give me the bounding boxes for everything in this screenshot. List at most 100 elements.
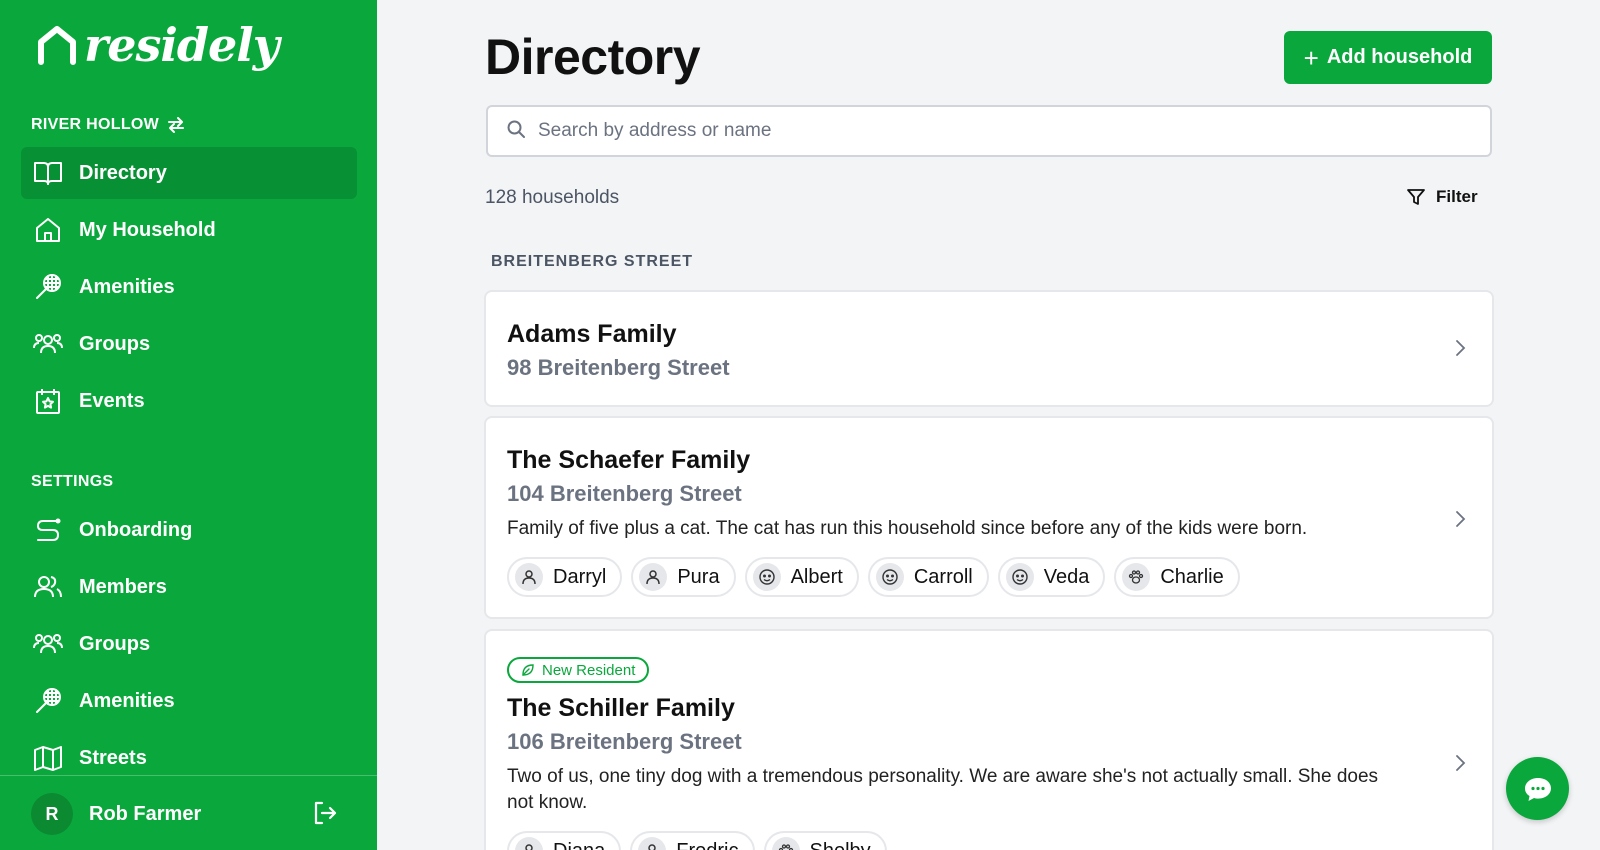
user-name[interactable]: Rob Farmer [89,803,201,826]
tennis-racket-icon [33,272,63,302]
nav-label: Onboarding [79,518,193,541]
chevron-right-icon [1454,754,1466,777]
route-icon [33,515,63,545]
filter-button[interactable]: Filter [1406,187,1478,207]
nav-label: Groups [79,332,151,355]
new-resident-badge: New Resident [507,657,650,683]
filter-label: Filter [1436,187,1478,206]
member-chip[interactable]: Pura [631,557,736,597]
nav-item-settings-amenities[interactable]: Amenities [21,675,357,727]
household-card[interactable]: The Schaefer Family 104 Breitenberg Stre… [484,416,1494,619]
child-face-icon [1005,563,1034,591]
nav-label: Directory [79,161,167,184]
household-name: The Schaefer Family [507,446,751,474]
person-icon [515,563,543,591]
member-chips: Diana Fredric Shelby [507,831,896,850]
household-description: Two of us, one tiny dog with a tremendou… [507,766,1379,813]
paw-icon [771,837,800,850]
book-open-icon [33,158,63,188]
household-address: 104 Breitenberg Street [507,481,742,506]
nav-label: Groups [79,632,151,655]
nav-item-directory[interactable]: Directory [21,147,357,199]
badge-label: New Resident [542,661,636,679]
tennis-racket-icon [33,686,63,716]
member-chip[interactable]: Carroll [867,557,989,597]
household-name: Adams Family [507,320,677,348]
filter-icon [1407,189,1425,205]
search-box[interactable] [486,105,1492,157]
avatar[interactable]: R [31,793,73,835]
member-name: Charlie [1160,565,1224,588]
search-input[interactable] [538,120,1438,142]
member-name: Shelby [810,840,871,850]
child-face-icon [752,563,781,591]
member-chips: Darryl Pura Albert Carroll Veda Charlie [507,557,1249,597]
member-chip[interactable]: Darryl [507,557,623,597]
add-household-label: Add household [1326,46,1473,68]
community-switcher[interactable]: RIVER HOLLOW [31,116,185,134]
page-title: Directory [485,29,701,85]
calendar-star-icon [33,386,63,416]
household-description: Family of five plus a cat. The cat has r… [507,518,1308,539]
map-icon [33,743,63,773]
settings-section-label: SETTINGS [31,473,114,490]
nav-item-amenities[interactable]: Amenities [21,261,357,313]
person-icon [638,837,667,850]
household-address: 98 Breitenberg Street [507,355,730,380]
member-name: Albert [790,565,843,588]
member-name: Diana [553,840,605,850]
users-icon [33,629,63,659]
household-name: The Schiller Family [507,694,735,722]
person-icon [515,837,543,850]
nav-label: My Household [79,218,216,241]
nav-label: Amenities [79,275,175,298]
add-household-button[interactable]: + Add household [1284,31,1492,84]
person-icon [639,563,668,591]
chevron-right-icon [1454,510,1466,533]
community-name: RIVER HOLLOW [31,116,160,133]
app-logo-text: residely [84,18,280,72]
member-name: Carroll [913,565,973,588]
household-card[interactable]: New Resident The Schiller Family 106 Bre… [484,629,1494,850]
house-logo-icon [38,26,76,65]
user-footer: R Rob Farmer [0,775,377,850]
chat-button[interactable] [1506,757,1569,820]
child-face-icon [875,563,904,591]
nav-item-groups[interactable]: Groups [21,318,357,370]
chat-bubble-icon [1524,777,1551,801]
sidebar: residely RIVER HOLLOW Directory My House… [0,0,377,850]
nav-label: Amenities [79,689,175,712]
member-chip[interactable]: Albert [744,557,859,597]
nav-label: Streets [79,746,147,769]
member-chip[interactable]: Diana [507,831,622,850]
leaf-icon [522,664,534,676]
member-name: Fredric [676,840,738,850]
nav-label: Members [79,575,167,598]
app-logo[interactable]: residely [36,18,280,72]
member-chip[interactable]: Shelby [763,831,887,850]
logout-icon[interactable] [312,800,338,831]
paw-icon [1122,563,1151,591]
street-section-header: BREITENBERG STREET [491,253,694,270]
member-name: Veda [1043,565,1090,588]
plus-icon: + [1303,42,1319,73]
nav-item-members[interactable]: Members [21,561,357,613]
nav-item-settings-groups[interactable]: Groups [21,618,357,670]
nav-item-events[interactable]: Events [21,375,357,427]
household-count: 128 households [485,187,620,208]
nav-item-onboarding[interactable]: Onboarding [21,504,357,556]
household-address: 106 Breitenberg Street [507,729,742,754]
nav-label: Events [79,389,145,412]
member-chip[interactable]: Fredric [630,831,755,850]
member-chip[interactable]: Charlie [1114,557,1240,597]
home-icon [33,215,63,245]
members-icon [33,572,63,602]
nav-item-my-household[interactable]: My Household [21,204,357,256]
member-name: Pura [677,565,720,588]
swap-icon [167,117,185,133]
search-icon [506,119,526,144]
member-name: Darryl [553,565,607,588]
users-icon [33,329,63,359]
member-chip[interactable]: Veda [997,557,1106,597]
household-card[interactable]: Adams Family 98 Breitenberg Street [484,290,1494,407]
